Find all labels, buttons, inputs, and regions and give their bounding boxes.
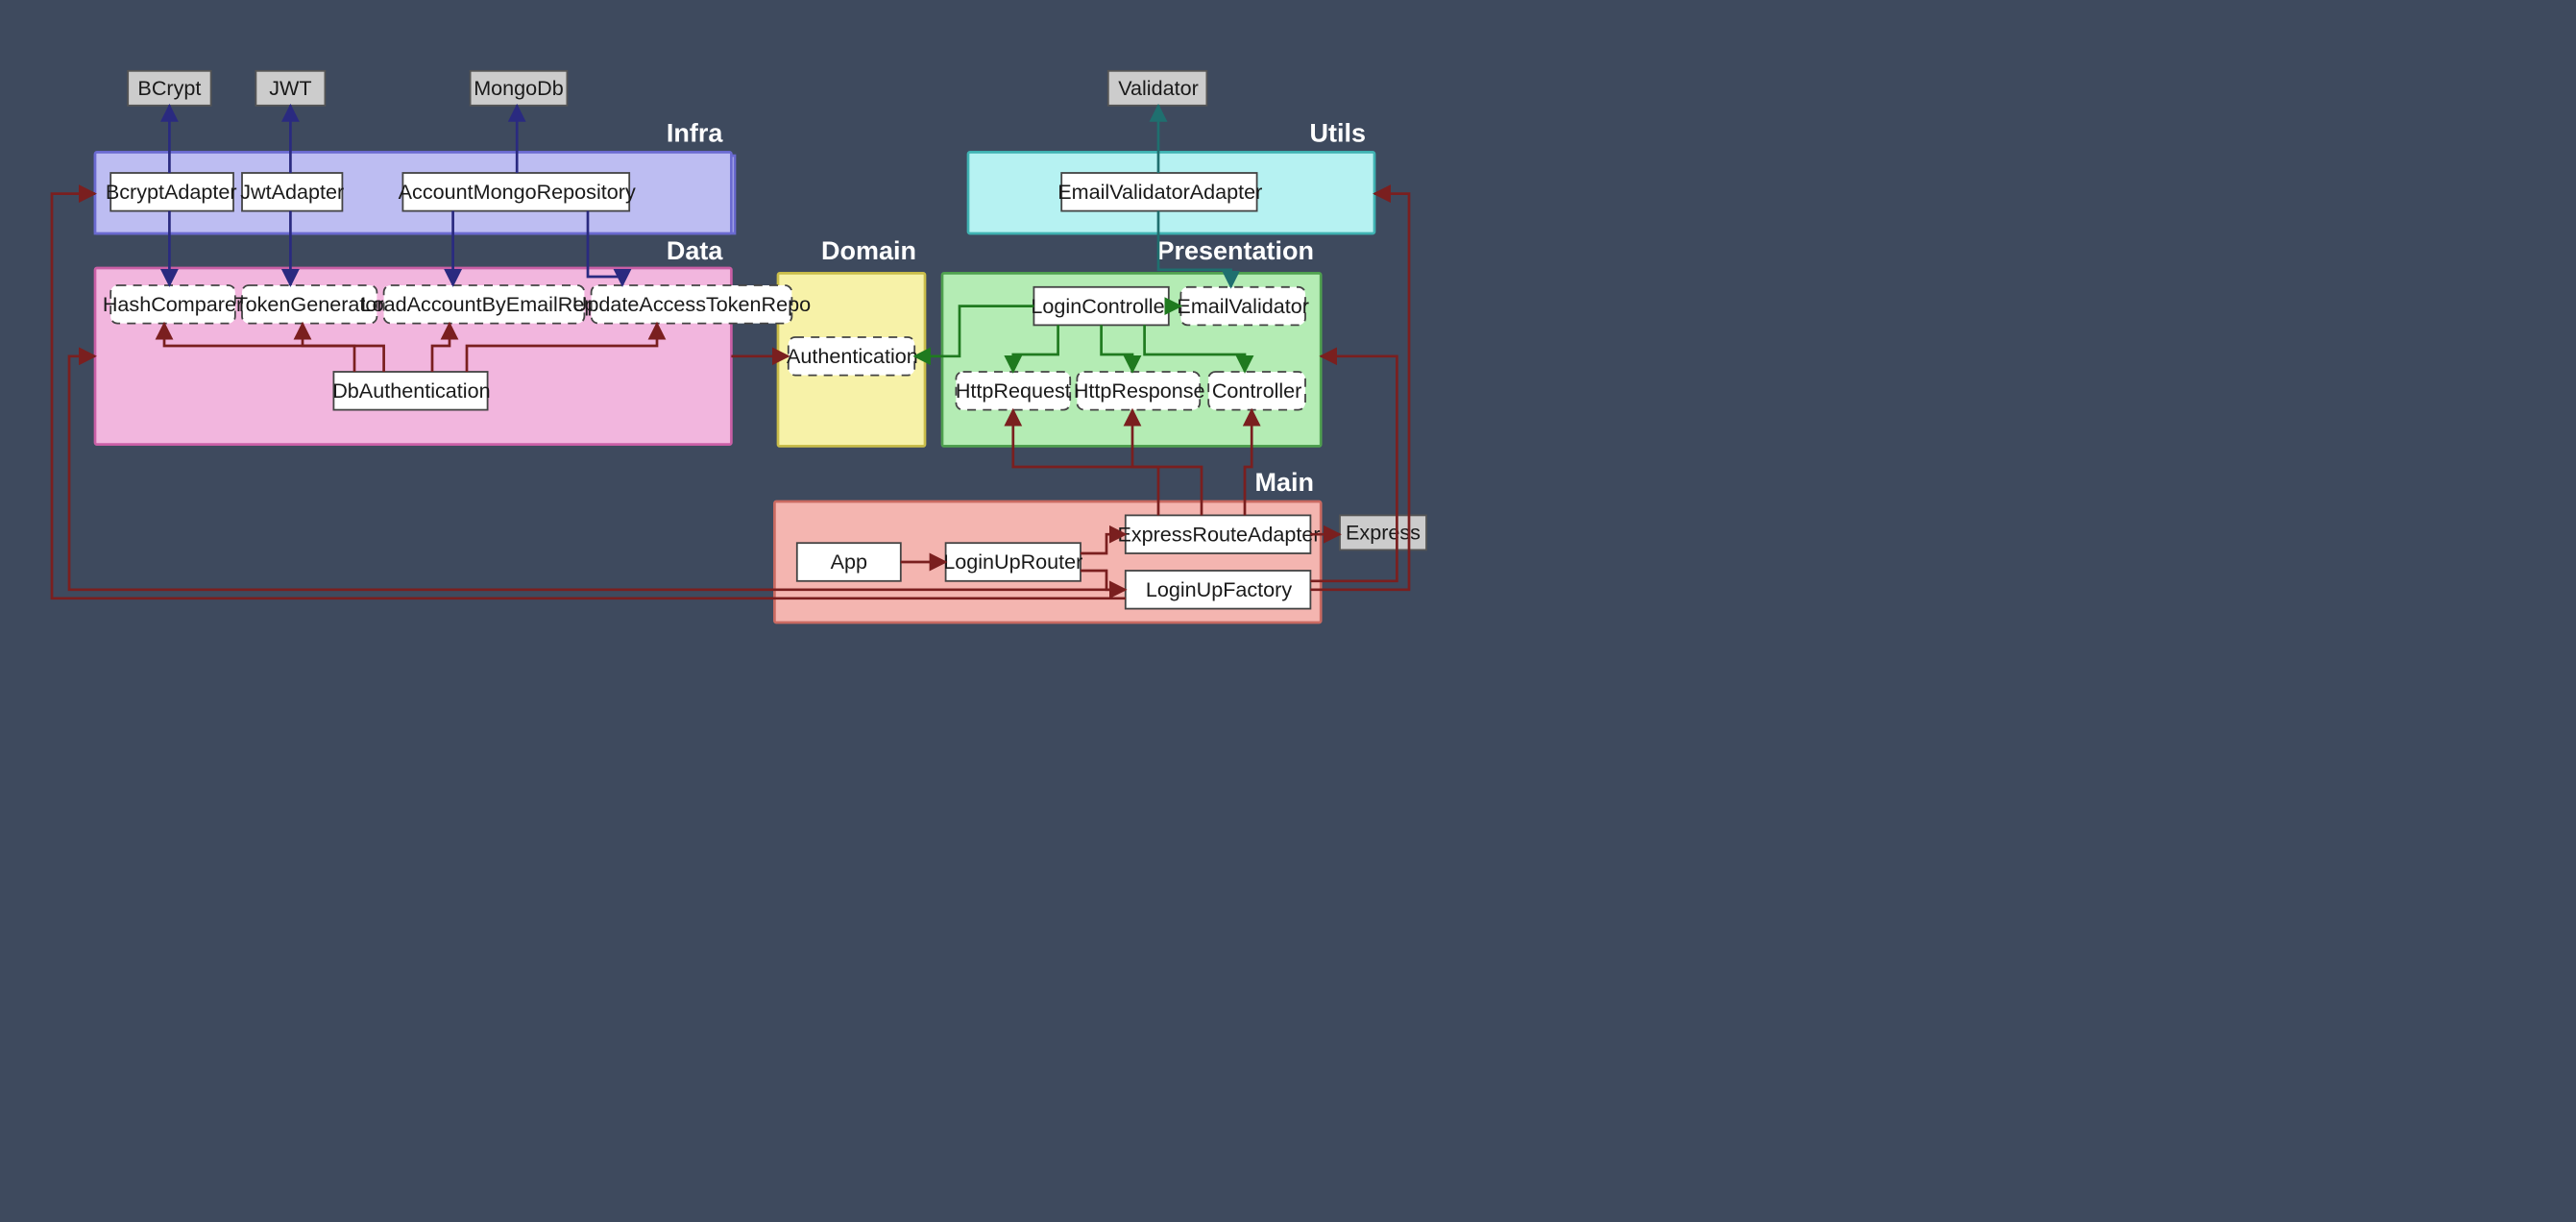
svg-text:HttpRequest: HttpRequest — [956, 379, 1071, 403]
node-http-response: HttpResponse — [1074, 372, 1205, 410]
svg-text:LoginUpRouter: LoginUpRouter — [943, 550, 1082, 574]
layer-main-title: Main — [1255, 468, 1314, 497]
svg-text:HttpResponse: HttpResponse — [1074, 379, 1205, 403]
node-email-validator: EmailValidator — [1177, 287, 1309, 326]
svg-text:EmailValidator: EmailValidator — [1177, 294, 1309, 318]
node-hash-comparer: HashComparer — [103, 285, 243, 324]
svg-text:App: App — [831, 550, 867, 574]
node-account-mongo-repo: AccountMongoRepository — [399, 173, 636, 211]
svg-text:Controller: Controller — [1212, 379, 1302, 403]
node-http-request: HttpRequest — [956, 372, 1071, 410]
node-email-validator-adapter: EmailValidatorAdapter — [1057, 173, 1262, 211]
node-db-authentication: DbAuthentication — [332, 372, 490, 410]
layer-presentation-title: Presentation — [1157, 236, 1314, 265]
node-login-up-factory: LoginUpFactory — [1126, 571, 1311, 609]
node-express: Express — [1340, 515, 1426, 550]
layer-data-title: Data — [667, 236, 723, 265]
node-authentication: Authentication — [787, 337, 918, 376]
node-app: App — [797, 543, 901, 581]
svg-text:ExpressRouteAdapter: ExpressRouteAdapter — [1117, 522, 1320, 546]
node-jwt: JWT — [255, 71, 325, 106]
layer-utils-title: Utils — [1310, 119, 1366, 148]
node-login-up-router: LoginUpRouter — [943, 543, 1082, 581]
node-validator: Validator — [1108, 71, 1207, 106]
node-update-token-repo: UpdateAccessTokenRepo — [572, 285, 811, 324]
svg-text:BCrypt: BCrypt — [137, 76, 201, 100]
svg-text:UpdateAccessTokenRepo: UpdateAccessTokenRepo — [572, 292, 811, 316]
svg-text:LoginController: LoginController — [1031, 294, 1171, 318]
svg-text:LoadAccountByEmailRepo: LoadAccountByEmailRepo — [361, 292, 608, 316]
node-express-route-adapter: ExpressRouteAdapter — [1117, 515, 1320, 553]
svg-text:MongoDb: MongoDb — [474, 76, 564, 100]
node-mongodb: MongoDb — [471, 71, 568, 106]
svg-text:LoginUpFactory: LoginUpFactory — [1146, 577, 1293, 601]
svg-text:EmailValidatorAdapter: EmailValidatorAdapter — [1057, 180, 1262, 204]
svg-text:Authentication: Authentication — [787, 344, 918, 368]
svg-text:BcryptAdapter: BcryptAdapter — [106, 180, 237, 204]
node-bcrypt: BCrypt — [128, 71, 210, 106]
svg-text:DbAuthentication: DbAuthentication — [332, 379, 490, 403]
layer-domain-title: Domain — [821, 236, 916, 265]
node-controller: Controller — [1208, 372, 1305, 410]
svg-text:AccountMongoRepository: AccountMongoRepository — [399, 180, 636, 204]
node-bcrypt-adapter: BcryptAdapter — [106, 173, 237, 211]
svg-text:JWT: JWT — [269, 76, 311, 100]
svg-text:HashComparer: HashComparer — [103, 292, 243, 316]
node-load-account-repo: LoadAccountByEmailRepo — [361, 285, 608, 324]
svg-text:JwtAdapter: JwtAdapter — [240, 180, 344, 204]
architecture-diagram: Infra Data Domain Utils Presentation Mai… — [0, 0, 2576, 1221]
svg-text:Validator: Validator — [1118, 76, 1199, 100]
node-jwt-adapter: JwtAdapter — [240, 173, 344, 211]
node-login-controller: LoginController — [1031, 287, 1171, 326]
layer-infra-title: Infra — [667, 119, 723, 148]
